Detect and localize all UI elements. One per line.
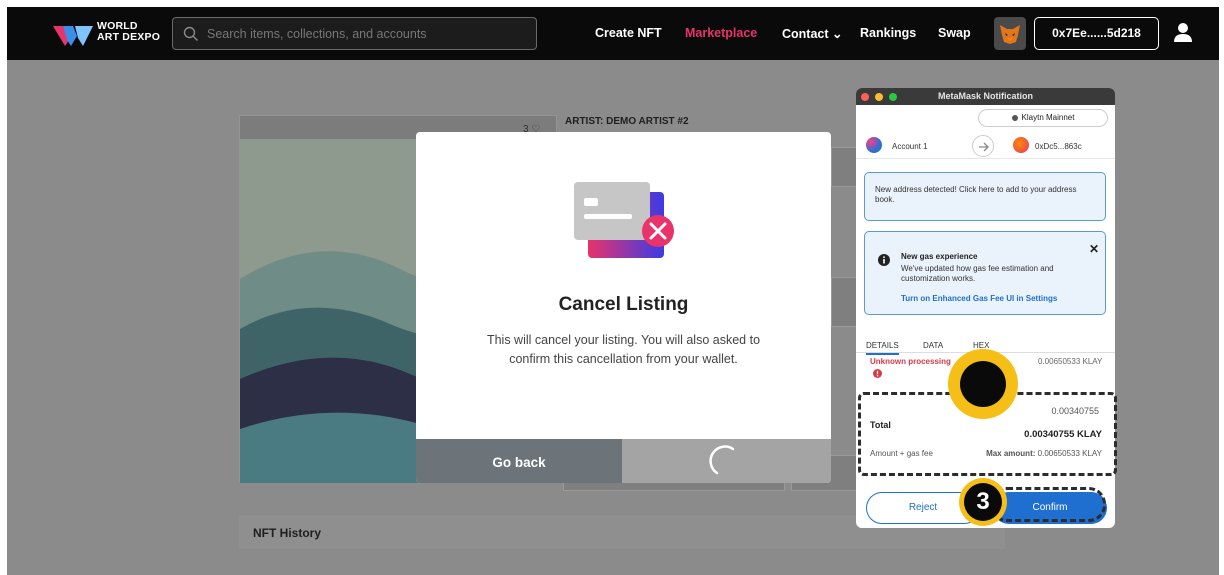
user-account-icon[interactable] — [1173, 22, 1193, 44]
from-account[interactable]: Account 1 — [892, 142, 928, 151]
recipient-avatar — [1013, 137, 1029, 153]
step-number: 3 — [964, 483, 1002, 521]
modal-description: This will cancel your listing. You will … — [486, 333, 761, 366]
nav-create-nft[interactable]: Create NFT — [595, 26, 662, 40]
nav-marketplace[interactable]: Marketplace — [685, 26, 757, 40]
nav-rankings[interactable]: Rankings — [860, 26, 916, 40]
screen: WORLD ART DEXPO Create NFT Marketplace C… — [7, 7, 1219, 575]
card-cancel-icon — [574, 182, 674, 258]
gas-notice-text: We've updated how gas fee estimation and… — [901, 264, 1054, 283]
arrow-right-icon — [972, 135, 994, 157]
tab-data[interactable]: DATA — [923, 341, 943, 350]
nav-contact[interactable]: Contact ⌄ — [782, 26, 842, 41]
window-titlebar: MetaMask Notification — [856, 88, 1115, 105]
network-dot-icon — [1011, 114, 1018, 121]
brand-line-2: ART DEXPO — [97, 31, 161, 43]
error-icon — [873, 369, 882, 378]
to-address[interactable]: 0xDc5...863c — [1035, 142, 1082, 151]
metamask-fox-icon — [1000, 25, 1020, 44]
cancel-listing-modal: Cancel Listing This will cancel your lis… — [416, 132, 831, 483]
gas-fee-value: 0.00650533 KLAY — [1038, 357, 1103, 366]
brand-name: WORLD ART DEXPO — [97, 21, 160, 43]
modal-title: Cancel Listing — [558, 294, 689, 315]
account-avatar — [866, 137, 882, 153]
confirm-cancel-button[interactable] — [622, 439, 831, 483]
network-selector[interactable]: Klaytn Mainnet — [978, 109, 1108, 127]
tab-details[interactable]: DETAILS — [866, 341, 899, 355]
gas-experience-notice: New gas experience We've updated how gas… — [864, 231, 1106, 315]
metamask-fox-button[interactable] — [994, 17, 1026, 50]
enhanced-gas-settings-link[interactable]: Turn on Enhanced Gas Fee UI in Settings — [901, 294, 1057, 303]
window-title: MetaMask Notification — [937, 91, 1033, 101]
loading-spinner-icon — [709, 445, 735, 475]
artist-label: ARTIST: DEMO ARTIST #2 — [565, 116, 689, 127]
step-badge: 3 — [959, 478, 1007, 526]
search-icon — [183, 26, 198, 41]
gas-notice-title: New gas experience — [901, 252, 978, 261]
close-icon[interactable]: ✕ — [1089, 242, 1099, 256]
search-input[interactable] — [207, 25, 527, 43]
new-address-notice[interactable]: New address detected! Click here to add … — [864, 172, 1106, 221]
processing-label: Unknown processing — [870, 357, 951, 366]
nav-swap[interactable]: Swap — [938, 26, 971, 40]
go-back-button[interactable]: Go back — [416, 439, 622, 483]
wallet-address-button[interactable]: 0x7Ee......5d218 — [1034, 17, 1159, 50]
nft-history-title: NFT History — [253, 526, 322, 540]
cursor-indicator — [948, 349, 1018, 419]
search-bar[interactable] — [172, 17, 537, 50]
confirm-highlight-outline — [990, 487, 1106, 522]
account-row: Account 1 0xDc5...863c — [856, 133, 1115, 159]
world-art-dexpo-logo[interactable] — [53, 20, 93, 46]
top-navbar: WORLD ART DEXPO Create NFT Marketplace C… — [7, 7, 1219, 60]
network-name: Klaytn Mainnet — [1021, 113, 1075, 122]
info-icon — [878, 254, 890, 266]
